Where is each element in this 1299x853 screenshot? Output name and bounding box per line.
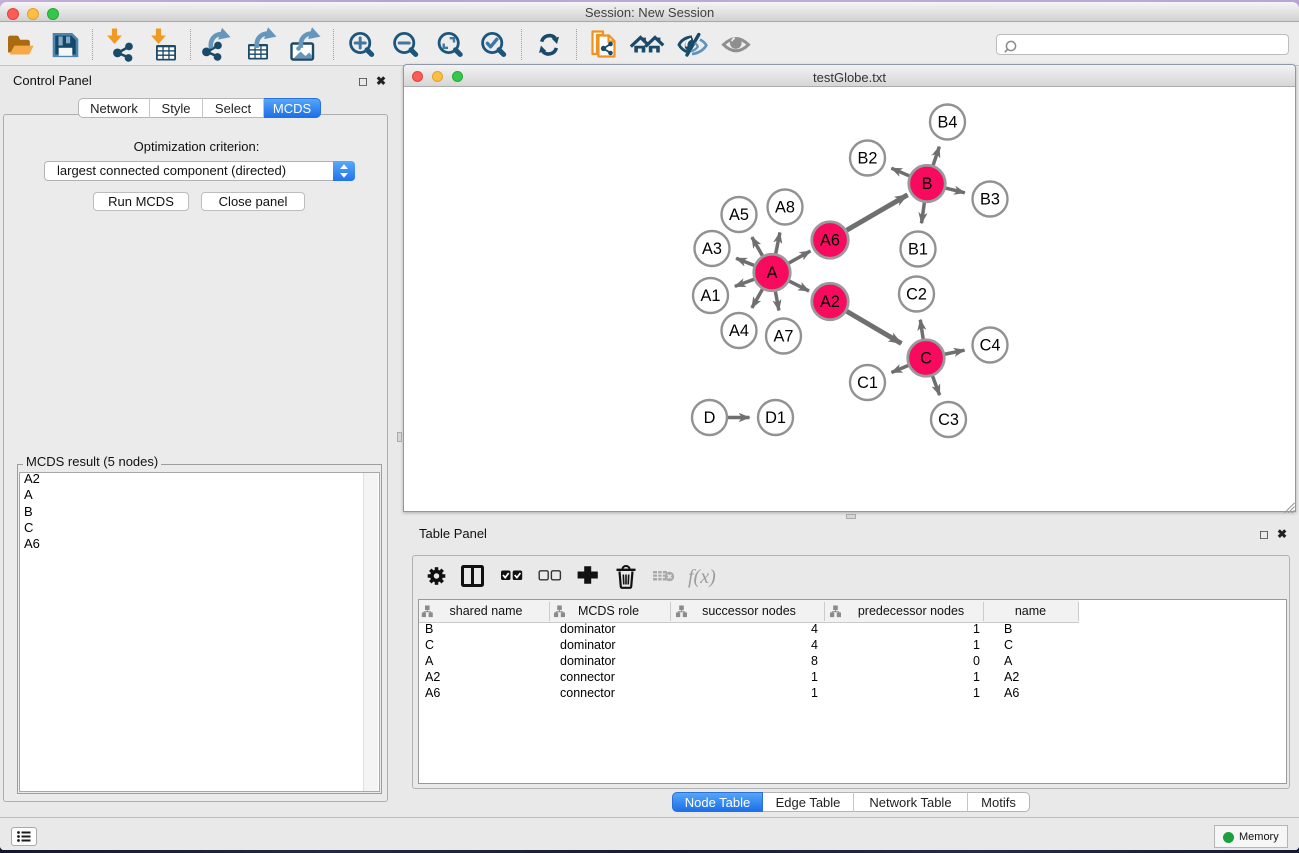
svg-text:A1: A1 bbox=[701, 287, 721, 305]
svg-text:A2: A2 bbox=[820, 293, 840, 311]
svg-text:A: A bbox=[767, 264, 778, 282]
svg-text:C1: C1 bbox=[857, 374, 878, 392]
svg-text:f(x): f(x) bbox=[688, 566, 716, 588]
svg-text:B3: B3 bbox=[980, 191, 1000, 209]
svg-text:A4: A4 bbox=[729, 322, 749, 340]
svg-text:B2: B2 bbox=[858, 150, 878, 168]
svg-text:B1: B1 bbox=[908, 241, 928, 259]
svg-text:C2: C2 bbox=[906, 286, 927, 304]
svg-text:C3: C3 bbox=[938, 411, 959, 429]
svg-text:B: B bbox=[922, 175, 933, 193]
svg-text:D1: D1 bbox=[765, 409, 786, 427]
svg-text:B4: B4 bbox=[938, 114, 958, 132]
svg-text:D: D bbox=[704, 409, 716, 427]
svg-text:A7: A7 bbox=[774, 328, 794, 346]
svg-text:A6: A6 bbox=[820, 232, 840, 250]
svg-text:C4: C4 bbox=[980, 337, 1001, 355]
svg-text:A8: A8 bbox=[775, 199, 795, 217]
svg-text:C: C bbox=[920, 350, 932, 368]
svg-text:A3: A3 bbox=[702, 240, 722, 258]
svg-text:A5: A5 bbox=[729, 206, 749, 224]
